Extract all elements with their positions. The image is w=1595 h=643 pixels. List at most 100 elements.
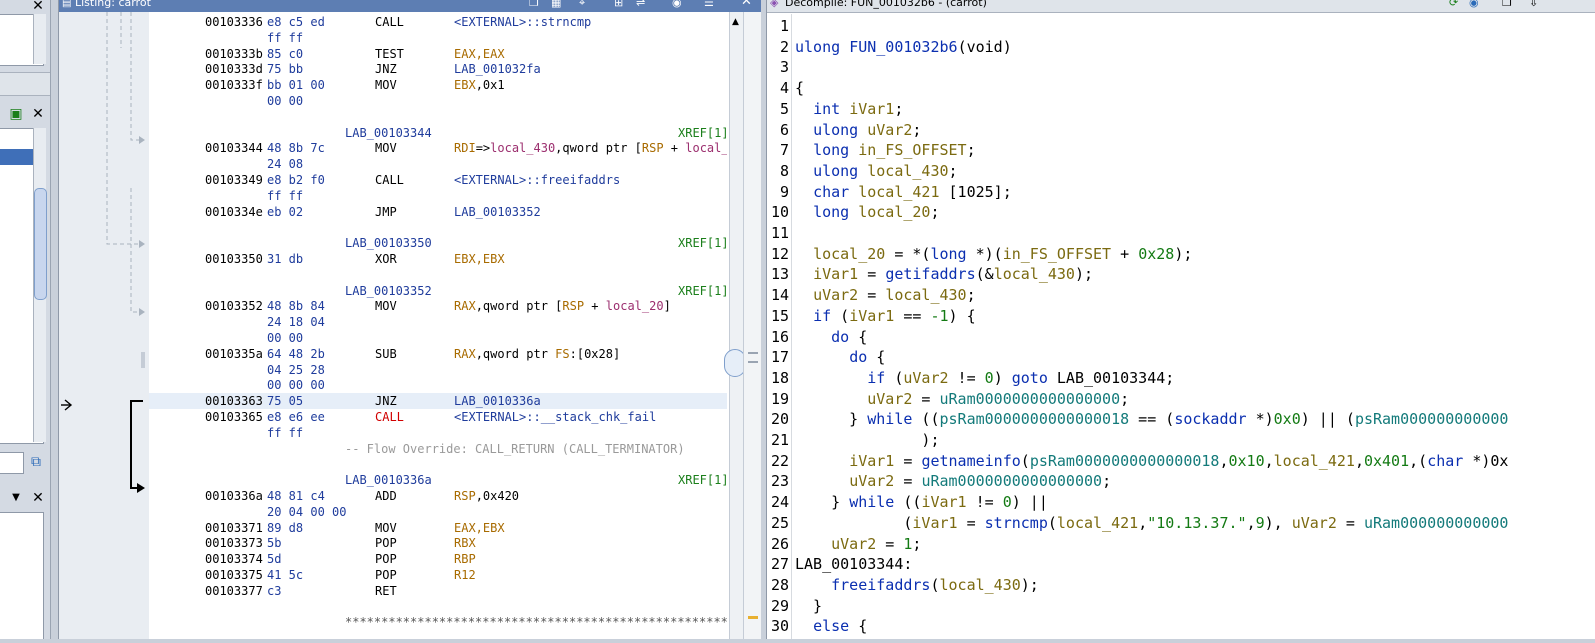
- decompile-line[interactable]: 20 } while ((psRam0000000000000018 == (s…: [767, 409, 1595, 429]
- code-text[interactable]: char local_421 [1025];: [795, 182, 1012, 202]
- code-text[interactable]: ulong uVar2;: [795, 120, 921, 140]
- menu-icon[interactable]: ☰: [704, 0, 714, 8]
- decompile-line[interactable]: 9 char local_421 [1025];: [767, 182, 1595, 202]
- close-icon[interactable]: ✕: [30, 490, 46, 506]
- refresh-icon[interactable]: ⟳: [1449, 0, 1458, 8]
- listing-row-blank[interactable]: [149, 219, 727, 235]
- listing-code-view[interactable]: 00103336 e8 c5 ed CALL <EXTERNAL>::strncmpf…: [149, 12, 727, 639]
- listing-row-comment[interactable]: -- Flow Override: CALL_RETURN (CALL_TERM…: [149, 441, 727, 457]
- program-tree-scrollbar[interactable]: [33, 14, 46, 64]
- decompile-line[interactable]: 15 if (iVar1 == -1) {: [767, 306, 1595, 326]
- listing-row-code[interactable]: 00103365 e8 e6 ee CALL <EXTERNAL>::__stack_…: [149, 409, 727, 425]
- listing-row-label[interactable]: LAB_00103344 XREF[1]: [149, 125, 727, 141]
- code-text[interactable]: uVar2 = uRam0000000000000000;: [795, 471, 1111, 491]
- listing-row-code[interactable]: 0010333b 85 c0 TEST EAX,EAX: [149, 46, 727, 62]
- close-icon[interactable]: ✕: [741, 0, 752, 8]
- listing-row-code[interactable]: 00103363 75 05 JNZ LAB_0010336a: [149, 393, 727, 410]
- code-text[interactable]: uVar2 = local_430;: [795, 285, 976, 305]
- listing-row-stars[interactable]: ****************************************…: [149, 614, 727, 630]
- decompile-line[interactable]: 28 freeifaddrs(local_430);: [767, 575, 1595, 595]
- code-text[interactable]: LAB_00103344:: [795, 554, 912, 574]
- decompile-line[interactable]: 22 iVar1 = getnameinfo(psRam000000000000…: [767, 451, 1595, 471]
- decompile-line[interactable]: 27 LAB_00103344:: [767, 554, 1595, 574]
- code-text[interactable]: do {: [795, 347, 885, 367]
- code-text[interactable]: local_20 = *(long *)(in_FS_OFFSET + 0x28…: [795, 244, 1192, 264]
- selected-tree-item[interactable]: [0, 149, 33, 165]
- listing-row-cont[interactable]: 00 00: [149, 330, 727, 346]
- operands[interactable]: <EXTERNAL>::strncmp: [454, 14, 591, 30]
- chevron-up-icon[interactable]: ▲: [732, 17, 739, 27]
- decompile-line[interactable]: 21 );: [767, 430, 1595, 450]
- operands[interactable]: LAB_0010336a: [454, 393, 541, 409]
- decompile-line[interactable]: 30 else {: [767, 616, 1595, 636]
- listing-row-code[interactable]: 00103336 e8 c5 ed CALL <EXTERNAL>::strncmp: [149, 14, 727, 30]
- decompile-line[interactable]: 26 uVar2 = 1;: [767, 534, 1595, 554]
- listing-row-code[interactable]: 00103377 c3 RET: [149, 583, 727, 599]
- decompile-line[interactable]: 19 uVar2 = uRam0000000000000000;: [767, 389, 1595, 409]
- operands[interactable]: LAB_001032fa: [454, 61, 541, 77]
- decompile-line[interactable]: 14 uVar2 = local_430;: [767, 285, 1595, 305]
- operands[interactable]: RSP,0x420: [454, 488, 519, 504]
- decompile-line[interactable]: 1: [767, 16, 1595, 36]
- operands[interactable]: RBX: [454, 535, 476, 551]
- decompile-line[interactable]: 3: [767, 57, 1595, 77]
- code-text[interactable]: uVar2 = uRam0000000000000000;: [795, 389, 1129, 409]
- listing-row-cont[interactable]: 00 00 00: [149, 377, 727, 393]
- operands[interactable]: RAX,qword ptr [RSP + local_20]: [454, 298, 671, 314]
- snapshot-icon[interactable]: ◉: [1469, 0, 1479, 8]
- code-text[interactable]: else {: [795, 616, 867, 636]
- close-icon[interactable]: ✕: [30, 106, 46, 122]
- decompile-line[interactable]: 13 iVar1 = getifaddrs(&local_430);: [767, 264, 1595, 284]
- listing-row-cont[interactable]: ff ff: [149, 425, 727, 441]
- listing-scrollbar[interactable]: ▲: [724, 12, 746, 639]
- listing-row-blank[interactable]: [149, 109, 727, 125]
- decompile-code-view[interactable]: 1 2 ulong FUN_001032b6(void) 3 4{5 int iVar1…: [767, 14, 1595, 639]
- code-text[interactable]: ulong FUN_001032b6(void): [795, 37, 1012, 57]
- code-text[interactable]: }: [795, 596, 822, 616]
- listing-row-code[interactable]: 00103375 41 5c POP R12: [149, 567, 727, 583]
- decompile-line[interactable]: 11: [767, 223, 1595, 243]
- decompile-line[interactable]: 17 do {: [767, 347, 1595, 367]
- copy-icon[interactable]: ❐: [529, 0, 539, 8]
- code-text[interactable]: iVar1 = getnameinfo(psRam000000000000001…: [795, 451, 1508, 471]
- listing-row-cont[interactable]: 20 04 00 00: [149, 504, 727, 520]
- decompile-line[interactable]: 4{: [767, 78, 1595, 98]
- cursor-icon[interactable]: ⌖: [579, 0, 585, 8]
- close-icon[interactable]: ✕: [30, 0, 46, 14]
- code-text[interactable]: do {: [795, 327, 867, 347]
- listing-row-blank[interactable]: [149, 599, 727, 615]
- listing-row-label[interactable]: LAB_00103350 XREF[1]: [149, 235, 727, 251]
- listing-row-code[interactable]: 00103349 e8 b2 f0 CALL <EXTERNAL>::freeifad…: [149, 172, 727, 188]
- code-text[interactable]: long local_20;: [795, 202, 939, 222]
- listing-row-code[interactable]: 0010336a 48 81 c4 ADD RSP,0x420: [149, 488, 727, 504]
- decompile-line[interactable]: 5 int iVar1;: [767, 99, 1595, 119]
- export-icon[interactable]: ⇩: [1529, 0, 1538, 8]
- decompile-line[interactable]: 25 (iVar1 = strncmp(local_421,"10.13.37.…: [767, 513, 1595, 533]
- listing-row-cont[interactable]: 24 08: [149, 156, 727, 172]
- operands[interactable]: RDI=>local_430,qword ptr [RSP + local_43: [454, 140, 727, 156]
- field-edit-icon[interactable]: ⊞: [614, 0, 623, 8]
- code-text[interactable]: );: [795, 430, 939, 450]
- decompile-line[interactable]: 18 if (uVar2 != 0) goto LAB_00103344;: [767, 368, 1595, 388]
- operands[interactable]: EBX,EBX: [454, 251, 505, 267]
- listing-row-code[interactable]: 00103374 5d POP RBP: [149, 551, 727, 567]
- operands[interactable]: R12: [454, 567, 476, 583]
- decompile-line[interactable]: 24 } while ((iVar1 != 0) ||: [767, 492, 1595, 512]
- code-text[interactable]: long in_FS_OFFSET;: [795, 140, 976, 160]
- splitter-handle[interactable]: [141, 352, 145, 368]
- listing-row-code[interactable]: 00103350 31 db XOR EBX,EBX: [149, 251, 727, 267]
- operands[interactable]: LAB_00103352: [454, 204, 541, 220]
- listing-row-label[interactable]: LAB_00103352 XREF[1]: [149, 283, 727, 299]
- decompile-line[interactable]: 16 do {: [767, 327, 1595, 347]
- decompile-line[interactable]: 7 long in_FS_OFFSET;: [767, 140, 1595, 160]
- snapshot-icon[interactable]: ◉: [672, 0, 682, 8]
- decompile-line[interactable]: 12 local_20 = *(long *)(in_FS_OFFSET + 0…: [767, 244, 1595, 264]
- filter-icon[interactable]: ⧉: [28, 454, 44, 470]
- code-text[interactable]: } while ((iVar1 != 0) ||: [795, 492, 1048, 512]
- listing-row-label[interactable]: LAB_0010336a XREF[1]: [149, 472, 727, 488]
- code-text[interactable]: uVar2 = 1;: [795, 534, 921, 554]
- listing-row-code[interactable]: 0010334e eb 02 JMP LAB_00103352: [149, 204, 727, 220]
- listing-row-cont[interactable]: 00 00: [149, 93, 727, 109]
- listing-row-code[interactable]: 0010333f bb 01 00 MOV EBX,0x1: [149, 77, 727, 93]
- decompile-line[interactable]: 23 uVar2 = uRam0000000000000000;: [767, 471, 1595, 491]
